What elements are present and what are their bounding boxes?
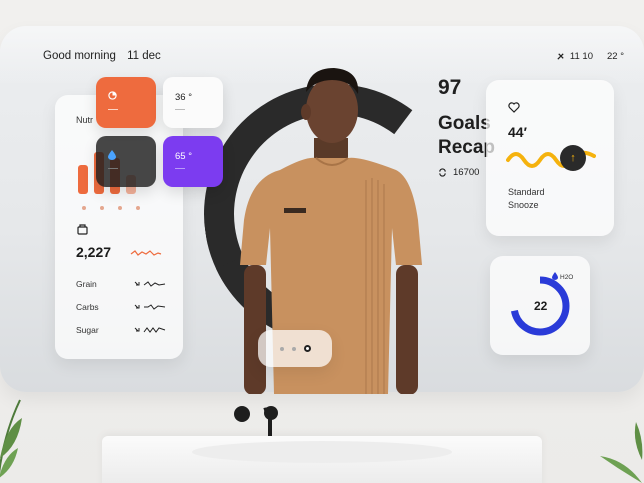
steps-count: 16700 — [438, 167, 479, 178]
time-text: 11 10 — [569, 51, 593, 62]
trend-icon — [134, 281, 166, 287]
greeting-bar: Good morning 11 dec — [43, 50, 169, 62]
nutrition-row-sugar[interactable]: Sugar — [76, 325, 166, 335]
greeting-text: Good morning — [43, 50, 116, 62]
temperature-tile[interactable]: 36 ° — [163, 77, 223, 128]
sleep-value: 44′ — [508, 124, 527, 140]
nutrition-bar — [78, 164, 88, 194]
nutrition-panel[interactable]: Nutr 2,227 Grain Carbs Sugar — [55, 95, 183, 359]
plant-right — [600, 422, 643, 483]
plant-left — [0, 399, 22, 478]
trend-icon — [134, 304, 166, 310]
goals-number: 97 — [438, 76, 462, 99]
page-indicator[interactable] — [258, 330, 332, 367]
page-dot-active[interactable] — [303, 345, 311, 352]
page-dot[interactable] — [279, 346, 284, 351]
page-dot[interactable] — [291, 346, 296, 351]
nutrition-row-label: Carbs — [76, 302, 99, 312]
bag-icon — [77, 224, 88, 235]
snooze-label-line1: Standard — [508, 187, 545, 197]
nutrition-row-grain[interactable]: Grain — [76, 279, 166, 289]
pie-icon — [108, 91, 117, 100]
trend-icon — [134, 327, 166, 333]
steps-value: 16700 — [453, 167, 480, 178]
purple-tile[interactable]: 65 ° — [163, 136, 223, 187]
nutrition-title: Nutr — [76, 115, 94, 125]
sleep-panel[interactable]: 44′ ↑ Standard Snooze — [486, 80, 614, 236]
temperature-text: 22 ° — [606, 51, 624, 62]
hydration-tile[interactable] — [96, 136, 156, 187]
snooze-label: Standard Snooze — [508, 186, 545, 212]
status-bar: 11 10 22 ° — [556, 51, 624, 62]
drop-icon — [108, 150, 116, 160]
calories-trend-icon — [130, 250, 162, 256]
arrow-up-icon[interactable]: ↑ — [560, 145, 586, 171]
sun-icon — [557, 53, 564, 60]
bathroom-scene: Good morning 11 dec 11 10 22 ° Nutr 2,22… — [0, 0, 644, 483]
faucet — [234, 406, 278, 438]
nutrition-row-label: Sugar — [76, 325, 99, 335]
snooze-label-line2: Snooze — [508, 200, 539, 210]
calories-value: 2,227 — [76, 244, 112, 260]
nutrition-row-label: Grain — [76, 279, 97, 289]
steps-icon — [439, 168, 446, 177]
orange-tile[interactable] — [96, 77, 156, 128]
nutrition-row-carbs[interactable]: Carbs — [76, 302, 166, 312]
sink-basin — [102, 436, 542, 483]
date-text: 11 dec — [127, 50, 161, 62]
heart-icon — [508, 102, 520, 113]
water-value: 22 — [534, 299, 548, 313]
water-panel[interactable]: H2O 22 — [490, 256, 590, 355]
temperature-tile-value: 36 ° — [175, 92, 193, 103]
purple-tile-value: 65 ° — [175, 151, 193, 162]
nutrition-day-dots — [82, 206, 140, 210]
